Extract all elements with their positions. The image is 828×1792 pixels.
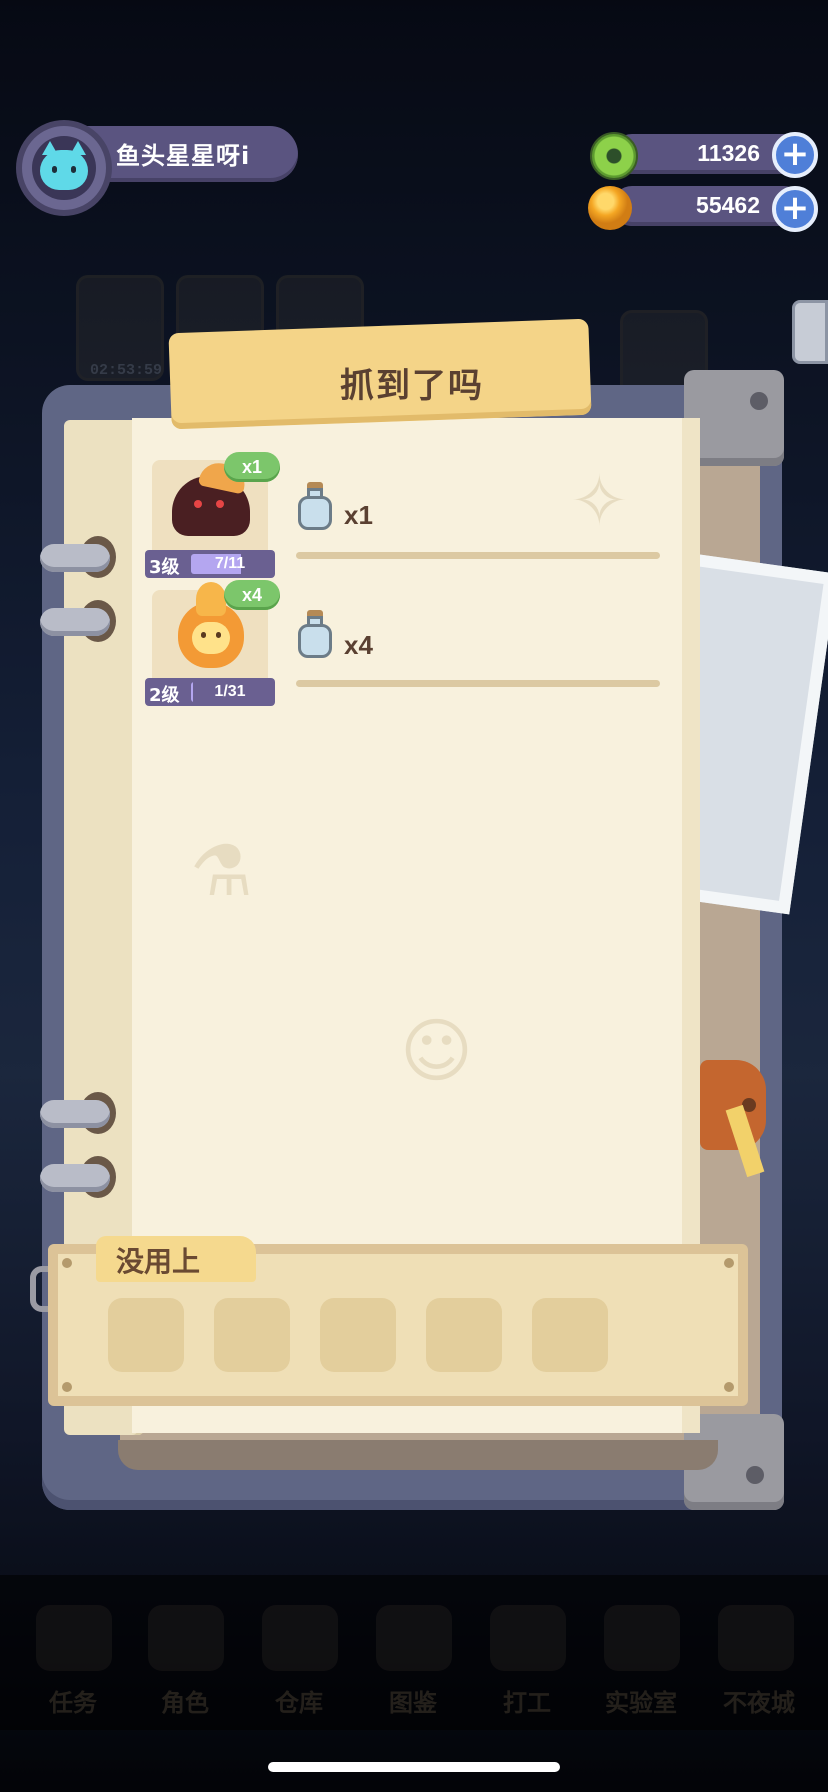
level-label: 2级 — [149, 685, 180, 706]
bookmark-tab[interactable] — [700, 1060, 766, 1150]
bottle-icon — [296, 610, 334, 658]
monster-eye — [216, 500, 224, 508]
nav-item-characters: 角色 — [161, 1689, 209, 1717]
home-indicator[interactable] — [268, 1762, 560, 1772]
nav-icon — [262, 1605, 338, 1671]
side-clip-icon[interactable] — [792, 300, 828, 364]
nav-item-work: 打工 — [503, 1689, 551, 1717]
bg-timer: 02:53:59 — [90, 362, 163, 379]
rivet — [62, 1258, 72, 1268]
add-planet-currency-button[interactable]: + — [772, 186, 818, 232]
monster-eye — [194, 500, 202, 508]
donut-coin-icon — [590, 132, 638, 180]
nav-icon — [148, 1605, 224, 1671]
unused-label: 没用上 — [116, 1245, 201, 1278]
nav-icon — [490, 1605, 566, 1671]
level-progress-track: 1/31 — [191, 682, 269, 702]
binder-ring — [40, 608, 110, 636]
panel-title: 抓到了吗 — [340, 366, 484, 406]
empty-item-slot[interactable] — [108, 1298, 184, 1372]
planet-currency-value: 55462 — [696, 192, 760, 218]
rivet — [724, 1258, 734, 1268]
level-bar: 2级 1/31 — [145, 678, 275, 706]
bottom-nav: 任务 角色 仓库 图鉴 打工 实验室 不夜城 — [0, 1575, 828, 1730]
nav-icon — [376, 1605, 452, 1671]
nav-item-warehouse: 仓库 — [275, 1689, 323, 1717]
nav-icon — [36, 1605, 112, 1671]
empty-item-slot[interactable] — [426, 1298, 502, 1372]
page-shadow — [118, 1440, 718, 1470]
level-label: 3级 — [149, 557, 180, 578]
add-donut-currency-button[interactable]: + — [772, 132, 818, 178]
drop-quantity: x1 — [344, 500, 373, 530]
avatar-image — [32, 136, 96, 200]
empty-item-slot[interactable] — [532, 1298, 608, 1372]
cat-face-icon — [40, 141, 88, 190]
clip-hole — [746, 1466, 764, 1484]
bottle-body — [298, 624, 332, 658]
level-bar: 3级 7/11 — [145, 550, 275, 578]
fire-sprite-icon — [178, 582, 244, 668]
bottle-icon — [296, 482, 334, 530]
planet-coin-icon — [588, 186, 632, 230]
bottle-body — [298, 496, 332, 530]
fire-sprite-face — [192, 622, 230, 654]
cat-eye — [71, 166, 76, 173]
nav-item-tasks: 任务 — [49, 1689, 97, 1717]
empty-item-slot[interactable] — [214, 1298, 290, 1372]
rivet — [62, 1382, 72, 1392]
lava-monster-icon — [172, 476, 250, 536]
bottle-doodle-icon: ⚗ — [190, 830, 253, 912]
row-divider — [296, 680, 660, 687]
nav-item-codex: 图鉴 — [389, 1689, 437, 1717]
sprite-eye — [216, 632, 221, 638]
player-name: 鱼头星星呀i — [116, 142, 251, 170]
nav-icon — [604, 1605, 680, 1671]
donut-currency-value: 11326 — [697, 140, 760, 166]
avatar[interactable] — [16, 120, 112, 216]
level-progress-track: 7/11 — [191, 554, 269, 574]
cookie-doodle-icon: ☺ — [400, 1010, 473, 1092]
nav-item-lab: 实验室 — [605, 1689, 677, 1717]
level-progress-text: 7/11 — [214, 555, 246, 572]
binder-ring — [40, 1100, 110, 1128]
nav-item-city: 不夜城 — [723, 1689, 795, 1717]
level-progress-text: 1/31 — [214, 683, 246, 700]
empty-item-slot[interactable] — [320, 1298, 396, 1372]
cat-eye — [52, 166, 57, 173]
bg-character-card — [76, 275, 164, 381]
caught-count-badge: x4 — [224, 580, 280, 610]
caught-count-badge: x1 — [224, 452, 280, 482]
drop-quantity: x4 — [344, 630, 373, 660]
rivet — [724, 1382, 734, 1392]
nav-icon — [718, 1605, 794, 1671]
sprite-eye — [201, 632, 206, 638]
clip-hole — [750, 392, 768, 410]
binder-ring — [40, 1164, 110, 1192]
row-divider — [296, 552, 660, 559]
fish-doodle-icon: ✧ — [570, 460, 629, 542]
binder-ring — [40, 544, 110, 572]
